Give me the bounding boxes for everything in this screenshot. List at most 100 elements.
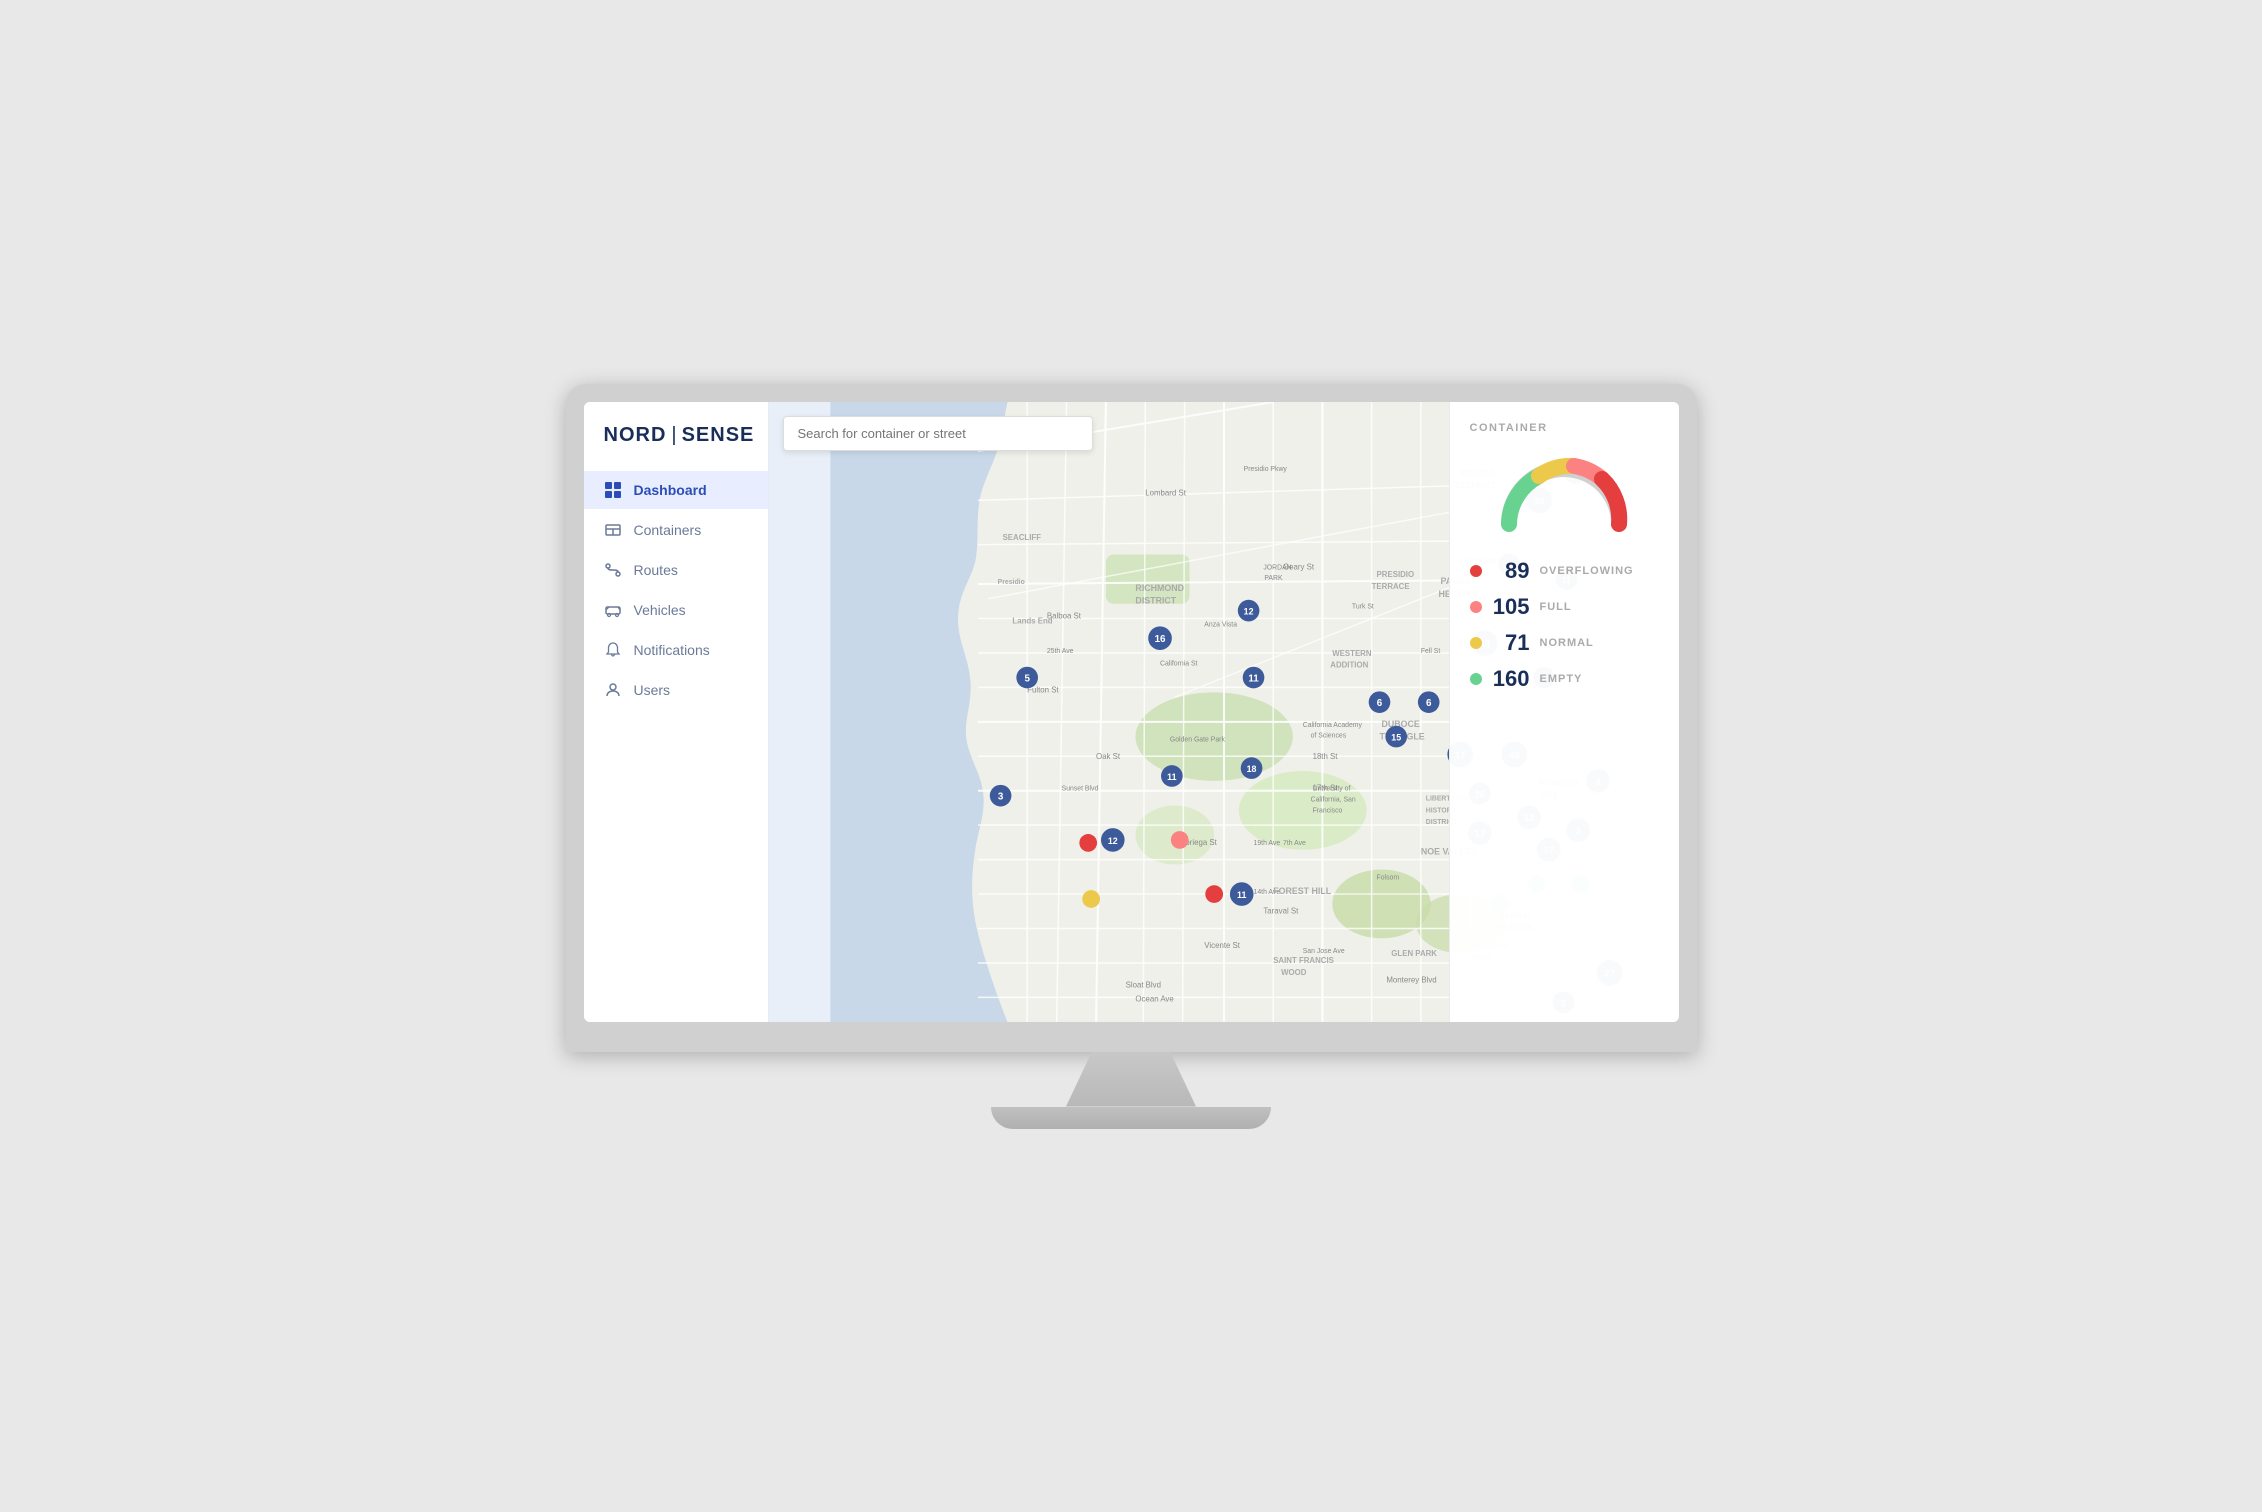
sidebar-item-vehicles[interactable]: Vehicles (584, 591, 768, 629)
logo-sense: SENSE (682, 424, 755, 447)
svg-text:18: 18 (1246, 764, 1256, 774)
nav-items: Dashboard Containers (584, 471, 768, 709)
count-empty: 160 (1492, 666, 1530, 692)
stat-row-empty: 160 EMPTY (1470, 666, 1659, 692)
dot-full (1470, 601, 1482, 613)
sidebar-item-dashboard[interactable]: Dashboard (584, 471, 768, 509)
logo-area: NORD | SENSE (584, 402, 768, 471)
svg-text:11: 11 (1167, 771, 1176, 781)
svg-text:WESTERN: WESTERN (1332, 648, 1372, 657)
svg-text:San Jose Ave: San Jose Ave (1302, 948, 1344, 955)
svg-text:PRESIDIO: PRESIDIO (1376, 570, 1414, 579)
svg-text:California St: California St (1160, 660, 1198, 667)
svg-text:7th Ave: 7th Ave (1283, 839, 1306, 846)
svg-text:of Sciences: of Sciences (1310, 732, 1346, 739)
svg-text:Folsom: Folsom (1376, 874, 1399, 881)
users-icon (604, 681, 622, 699)
dot-overflowing (1470, 565, 1482, 577)
sidebar-label-dashboard: Dashboard (634, 482, 707, 498)
stand-base (991, 1107, 1271, 1129)
svg-text:California, San: California, San (1310, 796, 1355, 803)
logo-divider: | (671, 424, 676, 447)
svg-text:University of: University of (1312, 785, 1350, 792)
svg-text:GLEN PARK: GLEN PARK (1391, 949, 1437, 958)
svg-text:Ocean Ave: Ocean Ave (1135, 994, 1174, 1003)
sidebar-label-notifications: Notifications (634, 642, 710, 658)
monitor-stand (991, 1052, 1271, 1129)
gauge-wrapper (1470, 454, 1659, 534)
container-panel: CONTAINER (1449, 402, 1679, 1022)
svg-text:DISTRICT: DISTRICT (1135, 595, 1176, 605)
svg-text:12: 12 (1107, 835, 1117, 845)
dot-empty (1470, 673, 1482, 685)
sidebar-item-users[interactable]: Users (584, 671, 768, 709)
svg-text:16: 16 (1154, 634, 1165, 645)
svg-text:Lands End: Lands End (1012, 616, 1052, 625)
svg-text:15: 15 (1391, 732, 1401, 742)
monitor-wrapper: NORD | SENSE (566, 384, 1697, 1129)
dot-normal (1470, 637, 1482, 649)
svg-text:Taraval St: Taraval St (1263, 906, 1299, 915)
svg-text:6: 6 (1376, 698, 1382, 709)
label-overflowing: OVERFLOWING (1540, 565, 1634, 577)
search-input[interactable] (783, 416, 1093, 451)
svg-text:FOREST HILL: FOREST HILL (1273, 886, 1332, 896)
sidebar-label-users: Users (634, 682, 671, 698)
panel-title: CONTAINER (1470, 422, 1659, 434)
svg-text:Monterey Blvd: Monterey Blvd (1386, 975, 1436, 984)
stats-list: 89 OVERFLOWING 105 FULL 71 (1470, 558, 1659, 692)
vehicles-icon (604, 601, 622, 619)
svg-text:Anza Vista: Anza Vista (1204, 621, 1237, 628)
svg-text:3: 3 (997, 791, 1003, 802)
svg-text:PARK: PARK (1264, 575, 1283, 582)
svg-text:Presidio: Presidio (997, 579, 1024, 586)
containers-icon (604, 521, 622, 539)
svg-text:ADDITION: ADDITION (1330, 660, 1368, 669)
sidebar: NORD | SENSE (584, 402, 769, 1022)
count-full: 105 (1492, 594, 1530, 620)
logo-nord: NORD (604, 424, 667, 447)
svg-text:5: 5 (1024, 673, 1030, 684)
sidebar-item-containers[interactable]: Containers (584, 511, 768, 549)
svg-text:Sloat Blvd: Sloat Blvd (1125, 980, 1160, 989)
stat-row-normal: 71 NORMAL (1470, 630, 1659, 656)
stat-row-overflowing: 89 OVERFLOWING (1470, 558, 1659, 584)
svg-text:Fell St: Fell St (1420, 647, 1440, 654)
svg-text:Sunset Blvd: Sunset Blvd (1061, 785, 1098, 792)
svg-text:California Academy: California Academy (1302, 721, 1362, 728)
svg-text:Francisco: Francisco (1312, 807, 1342, 814)
svg-text:SEACLIFF: SEACLIFF (1002, 532, 1041, 541)
svg-text:RICHMOND: RICHMOND (1135, 582, 1184, 592)
svg-text:Oak St: Oak St (1096, 752, 1121, 761)
monitor-body: NORD | SENSE (566, 384, 1697, 1052)
svg-text:Turk St: Turk St (1351, 603, 1373, 610)
sidebar-item-notifications[interactable]: Notifications (584, 631, 768, 669)
main-content: Lombard St Geary St Turk St Fell St Balb… (769, 402, 1679, 1022)
screen: NORD | SENSE (584, 402, 1679, 1022)
svg-text:19th Ave: 19th Ave (1253, 839, 1280, 846)
routes-icon (604, 561, 622, 579)
notifications-icon (604, 641, 622, 659)
sidebar-item-routes[interactable]: Routes (584, 551, 768, 589)
svg-text:11: 11 (1248, 673, 1259, 684)
sidebar-label-vehicles: Vehicles (634, 602, 686, 618)
svg-text:Lombard St: Lombard St (1145, 488, 1186, 497)
svg-text:11: 11 (1237, 890, 1246, 900)
gauge-svg (1494, 454, 1634, 534)
svg-text:6: 6 (1425, 698, 1431, 709)
sidebar-label-containers: Containers (634, 522, 702, 538)
stand-neck (1066, 1052, 1196, 1107)
svg-text:Presidio Pkwy: Presidio Pkwy (1243, 465, 1287, 472)
svg-text:Golden Gate Park: Golden Gate Park (1169, 736, 1225, 743)
count-normal: 71 (1492, 630, 1530, 656)
label-full: FULL (1540, 601, 1572, 613)
svg-text:WOOD: WOOD (1281, 967, 1307, 976)
svg-text:SAINT FRANCIS: SAINT FRANCIS (1273, 955, 1334, 964)
svg-text:12: 12 (1243, 606, 1253, 616)
svg-text:JORDAN: JORDAN (1263, 564, 1291, 571)
svg-text:Vicente St: Vicente St (1204, 941, 1240, 950)
svg-text:TERRACE: TERRACE (1371, 581, 1409, 590)
search-bar-container (783, 416, 1093, 451)
sidebar-label-routes: Routes (634, 562, 678, 578)
app-layout: NORD | SENSE (584, 402, 1679, 1022)
